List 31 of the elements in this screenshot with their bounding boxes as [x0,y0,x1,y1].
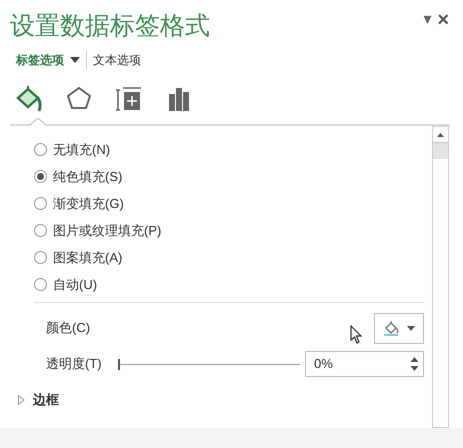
transparency-slider[interactable] [118,358,300,370]
scrollbar[interactable] [432,126,449,428]
radio-button[interactable] [34,278,47,291]
radio-button[interactable] [34,197,47,210]
radio-button[interactable] [34,143,47,156]
radio-label[interactable]: 纯色填充(S) [53,166,122,186]
up-arrow-icon [437,132,444,136]
pane-title: 设置数据标签格式 [10,10,210,42]
color-picker-button[interactable] [374,312,424,344]
spin-arrows-icon [410,356,419,372]
fill-bucket-icon[interactable] [15,85,43,113]
radio-button[interactable] [34,170,47,183]
radio-button[interactable] [34,224,47,237]
radio-label[interactable]: 自动(U) [53,274,98,294]
pane-tab[interactable]: 文本选项 [93,51,141,69]
radio-button[interactable] [34,251,47,264]
close-button[interactable]: × [437,12,449,28]
mouse-pointer-icon [350,325,364,345]
scroll-thumb[interactable] [433,143,448,159]
section-header[interactable]: 边框 [18,390,426,410]
pane-menu-button[interactable]: ▾ [423,12,432,28]
paint-bucket-icon [383,320,401,336]
color-label: 颜色(C) [46,319,90,338]
radio-label[interactable]: 渐变填充(G) [53,194,124,214]
radio-label[interactable]: 无填充(N) [53,140,110,160]
transparency-label: 透明度(T) [46,355,103,374]
pane-tab[interactable]: 标签选项 [16,51,80,69]
radio-label[interactable]: 图案填充(A) [53,248,122,268]
transparency-spin-field[interactable]: 0% [305,351,424,377]
radio-label[interactable]: 图片或纹理填充(P) [53,220,162,240]
size-position-icon[interactable] [115,85,143,113]
